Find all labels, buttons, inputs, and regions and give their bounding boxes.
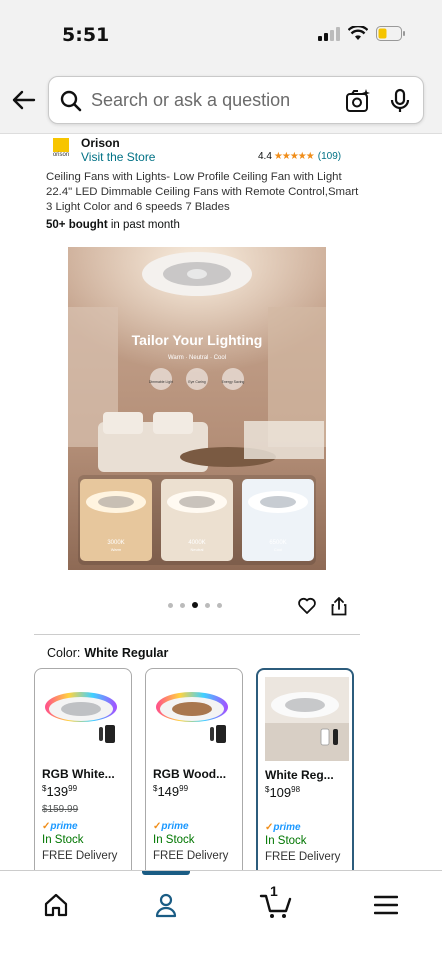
- variant-list-price: $159.99: [42, 804, 79, 815]
- wifi-icon: [348, 26, 368, 40]
- stock-status: In Stock: [153, 834, 195, 846]
- prime-badge: ✓prime: [265, 822, 301, 833]
- variant-name: White Reg...: [265, 768, 334, 782]
- hamburger-menu-icon: [374, 895, 398, 915]
- variant-image: [265, 677, 349, 761]
- temp-6500k: 6500K: [269, 540, 286, 546]
- carousel-dot[interactable]: [217, 602, 222, 608]
- heart-icon[interactable]: [297, 596, 317, 616]
- tab-home[interactable]: [36, 885, 76, 925]
- delivery-info: FREE Delivery: [42, 850, 118, 862]
- variant-name: RGB White...: [42, 767, 115, 781]
- brand-name: Orison: [81, 136, 120, 150]
- divider: [34, 634, 360, 635]
- hero-subline: Warm · Neutral · Cool: [168, 355, 226, 361]
- rating-summary[interactable]: 4.4 ★★★★★ (109): [258, 151, 341, 162]
- variant-image: [156, 692, 228, 743]
- product-detail: orison Orison Visit the Store 4.4 ★★★★★ …: [0, 134, 442, 870]
- temp-4000k-label: Neutral: [191, 547, 204, 552]
- active-tab-indicator: [142, 871, 190, 875]
- rating-count[interactable]: (109): [318, 151, 341, 162]
- status-bar: 5:51: [0, 0, 442, 66]
- variant-card-rgb-white[interactable]: RGB White... $13999 $159.99 ✓prime In St…: [34, 668, 132, 870]
- tab-menu[interactable]: [366, 885, 406, 925]
- variant-price: $13999: [42, 784, 78, 799]
- carousel-dot[interactable]: [192, 602, 198, 608]
- feature-eye-caring: Eye Caring: [188, 380, 205, 384]
- status-time: 5:51: [62, 24, 110, 46]
- stock-status: In Stock: [42, 834, 84, 846]
- microphone-icon[interactable]: [389, 88, 411, 114]
- brand-logo[interactable]: orison: [50, 138, 72, 160]
- camera-search-icon[interactable]: [345, 88, 371, 114]
- product-image[interactable]: Tailor Your Lighting Warm · Neutral · Co…: [68, 247, 326, 570]
- temp-3000k-label: Warm: [111, 547, 122, 552]
- temp-4000k: 4000K: [188, 540, 205, 546]
- share-icon[interactable]: [331, 596, 347, 616]
- product-title: Ceiling Fans with Lights- Low Profile Ce…: [46, 171, 359, 213]
- delivery-info: FREE Delivery: [265, 851, 341, 863]
- variant-price: $10998: [265, 785, 301, 800]
- delivery-info: FREE Delivery: [153, 850, 229, 862]
- user-icon: [155, 893, 177, 918]
- image-carousel-dots[interactable]: [168, 602, 222, 608]
- temp-6500k-label: Cool: [274, 547, 282, 552]
- search-header: Search or ask a question: [0, 66, 442, 134]
- star-rating-icon: ★★★★★: [273, 151, 315, 162]
- hero-headline: Tailor Your Lighting: [132, 332, 263, 348]
- prime-badge: ✓prime: [153, 821, 189, 832]
- bottom-tab-bar: 1: [0, 870, 442, 960]
- visit-store-link[interactable]: Visit the Store: [81, 150, 155, 164]
- selected-color: White Regular: [84, 646, 169, 660]
- carousel-dot[interactable]: [205, 602, 210, 608]
- temp-3000k: 3000K: [107, 540, 124, 546]
- color-selector-label: Color: White Regular: [47, 646, 169, 660]
- carousel-dot[interactable]: [180, 602, 185, 608]
- variant-card-rgb-wood[interactable]: RGB Wood... $14999 ✓prime In Stock FREE …: [145, 668, 243, 870]
- back-arrow-icon[interactable]: [8, 84, 40, 116]
- carousel-dot[interactable]: [168, 602, 173, 608]
- variant-card-white-regular[interactable]: White Reg... $10998 ✓prime In Stock FREE…: [256, 668, 354, 870]
- stock-status: In Stock: [265, 835, 307, 847]
- search-input[interactable]: Search or ask a question: [48, 76, 424, 124]
- tab-cart[interactable]: 1: [256, 883, 296, 925]
- feature-energy-saving: Energy Saving: [222, 380, 245, 384]
- variant-price: $14999: [153, 784, 189, 799]
- status-icons: [318, 26, 406, 41]
- battery-icon: [376, 26, 405, 41]
- cart-count-badge: 1: [270, 883, 278, 899]
- feature-dimmable: Dimmable Light: [149, 380, 173, 384]
- search-icon: [60, 90, 82, 112]
- prime-badge: ✓prime: [42, 821, 78, 832]
- home-icon: [44, 893, 68, 917]
- bought-in-past-month: 50+ bought in past month: [46, 219, 180, 231]
- variant-name: RGB Wood...: [153, 767, 227, 781]
- variant-image: [45, 692, 117, 743]
- rating-value: 4.4: [258, 151, 272, 162]
- signal-icon: [318, 26, 340, 41]
- tab-account[interactable]: [146, 885, 186, 925]
- search-placeholder: Search or ask a question: [91, 90, 291, 110]
